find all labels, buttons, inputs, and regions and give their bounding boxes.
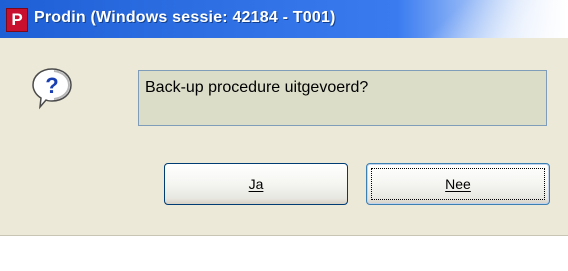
prodin-app-icon[interactable]: P bbox=[6, 8, 28, 32]
no-button-label: Nee bbox=[445, 176, 471, 192]
title-bar-sheen bbox=[370, 0, 568, 38]
yes-button-label: Ja bbox=[248, 176, 264, 192]
no-button[interactable]: Nee bbox=[366, 163, 550, 205]
bottom-strip bbox=[0, 235, 568, 271]
question-icon: ? bbox=[32, 68, 72, 110]
dialog-window: P Prodin (Windows sessie: 42184 - T001) … bbox=[0, 0, 568, 271]
dialog-body: ? Back-up procedure uitgevoerd? Ja Nee bbox=[0, 38, 568, 235]
yes-button[interactable]: Ja bbox=[164, 163, 348, 205]
window-title: Prodin (Windows sessie: 42184 - T001) bbox=[34, 9, 336, 26]
message-box: Back-up procedure uitgevoerd? bbox=[138, 70, 547, 126]
svg-text:?: ? bbox=[45, 73, 58, 98]
title-bar[interactable]: P Prodin (Windows sessie: 42184 - T001) bbox=[0, 0, 568, 38]
message-text: Back-up procedure uitgevoerd? bbox=[145, 79, 369, 96]
